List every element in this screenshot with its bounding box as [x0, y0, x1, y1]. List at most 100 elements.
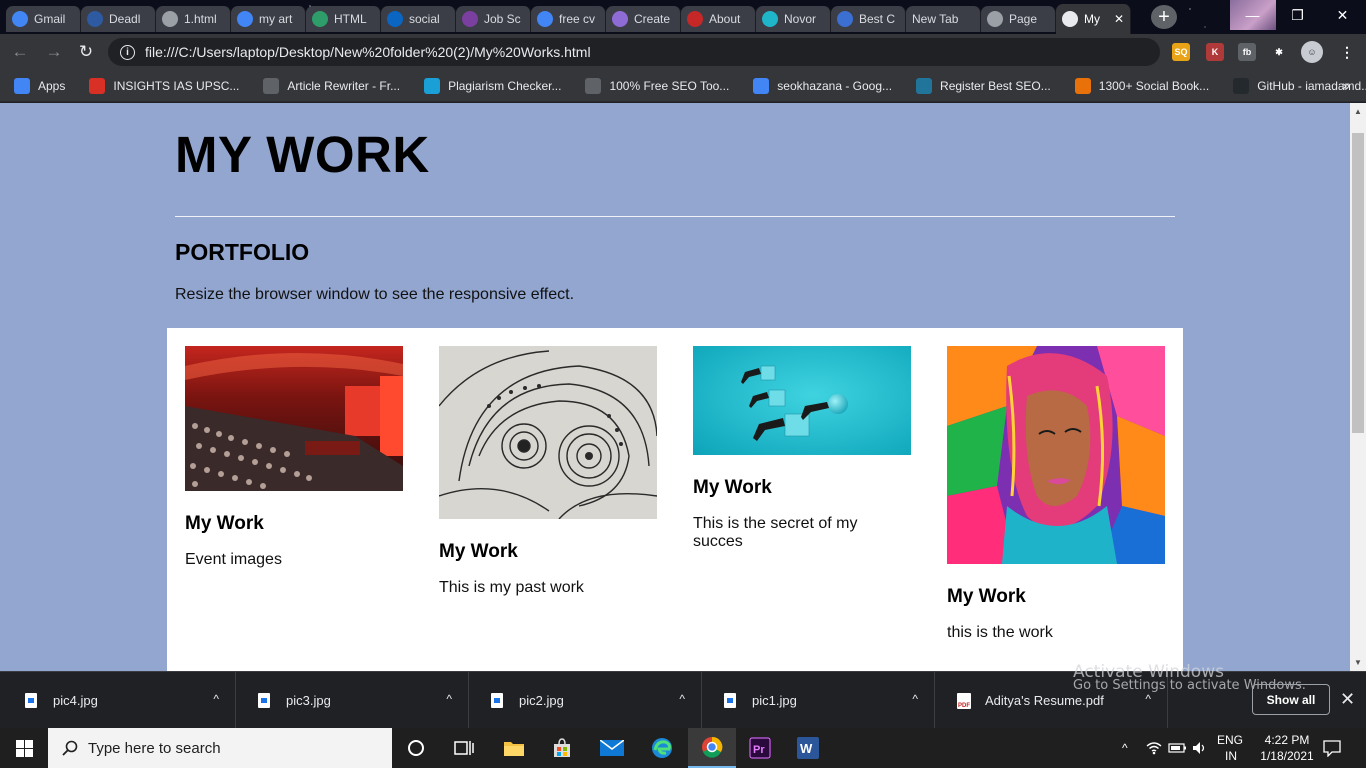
search-placeholder: Type here to search [88, 739, 221, 757]
show-all-button[interactable]: Show all [1252, 684, 1330, 715]
bookmark-label: seokhazana - Goog... [777, 78, 893, 93]
bookmark-item[interactable]: Article Rewriter - Fr... [263, 77, 401, 94]
notifications-icon[interactable] [1323, 728, 1341, 768]
scroll-down-icon[interactable]: ▼ [1354, 658, 1362, 667]
chevron-up-icon[interactable]: ^ [679, 692, 685, 706]
tab[interactable]: 1.html [156, 6, 231, 32]
bookmarks-more-button[interactable]: » [1342, 77, 1350, 93]
language-text: ENG [1217, 733, 1244, 747]
image-file-icon [25, 693, 37, 708]
extension-icon[interactable]: SQ [1172, 43, 1190, 61]
tab[interactable]: my art [231, 6, 306, 32]
wordpress-icon [916, 77, 933, 94]
tab-active[interactable]: My ✕ [1056, 4, 1131, 34]
tab[interactable]: Job Sc [456, 6, 531, 32]
wifi-icon[interactable] [1146, 741, 1162, 755]
close-shelf-icon[interactable]: ✕ [1340, 689, 1355, 710]
battery-icon[interactable] [1168, 741, 1188, 755]
chevron-up-icon[interactable]: ^ [213, 692, 219, 706]
card-description: this is the work [947, 624, 1053, 641]
maximize-button[interactable]: ❐ [1275, 0, 1320, 30]
edge-icon[interactable] [638, 728, 686, 768]
download-item[interactable]: pic2.jpg ^ [469, 672, 702, 729]
tab[interactable]: Gmail [6, 6, 81, 32]
bookmark-label: INSIGHTS IAS UPSC... [113, 78, 240, 93]
portfolio-card: My Work This is the secret of my succes [693, 346, 911, 551]
chevron-up-icon[interactable]: ^ [912, 692, 918, 706]
extension-icon[interactable]: ✱ [1270, 43, 1288, 61]
profile-avatar-icon[interactable]: ☺ [1301, 41, 1323, 63]
scroll-up-icon[interactable]: ▲ [1354, 107, 1362, 116]
chrome-icon[interactable] [688, 728, 736, 768]
tray-overflow-icon[interactable]: ^ [1122, 728, 1128, 768]
premiere-icon[interactable]: Pr [736, 728, 784, 768]
bookmark-label: 100% Free SEO Too... [609, 78, 730, 93]
volume-icon[interactable] [1192, 741, 1208, 755]
bookmark-label: Apps [38, 78, 66, 93]
tab[interactable]: social [381, 6, 456, 32]
bookmark-item[interactable]: Apps [14, 77, 66, 94]
bookmark-item[interactable]: seokhazana - Goog... [753, 77, 893, 94]
store-icon[interactable] [538, 728, 586, 768]
file-explorer-icon[interactable] [490, 728, 538, 768]
paisley-art-photo[interactable] [439, 346, 657, 519]
cortana-icon[interactable] [392, 728, 440, 768]
info-icon[interactable]: i [120, 44, 135, 60]
back-button[interactable]: ← [6, 40, 34, 64]
url-text[interactable]: file:///C:/Users/laptop/Desktop/New%20fo… [145, 44, 591, 60]
chevron-up-icon[interactable]: ^ [1145, 692, 1151, 706]
tab[interactable]: About [681, 6, 756, 32]
mail-icon[interactable] [588, 728, 636, 768]
pushing-blocks-illustration[interactable] [693, 346, 911, 455]
bookmark-label: Article Rewriter - Fr... [287, 78, 401, 93]
download-item[interactable]: pic4.jpg ^ [3, 672, 236, 729]
extension-icon[interactable]: K [1206, 43, 1224, 61]
language-indicator[interactable]: ENG IN [1217, 728, 1243, 768]
tab[interactable]: Best C [831, 6, 906, 32]
tab[interactable]: New Tab [906, 6, 981, 32]
w-icon [312, 11, 328, 27]
tab[interactable]: free cv [531, 6, 606, 32]
download-item[interactable]: pic1.jpg ^ [702, 672, 935, 729]
bookmark-item[interactable]: INSIGHTS IAS UPSC... [89, 77, 240, 94]
tab[interactable]: Page [981, 6, 1056, 32]
scrollbar-thumb[interactable] [1352, 133, 1364, 433]
download-shelf: pic4.jpg ^ pic3.jpg ^ pic2.jpg ^ pic1.jpg ^ PDF A… [0, 662, 1366, 729]
tab[interactable]: Create [606, 6, 681, 32]
card-description: Event images [185, 551, 282, 568]
reload-button[interactable]: ↻ [72, 40, 100, 64]
taskbar-search[interactable]: Type here to search [48, 728, 392, 768]
minimize-button[interactable]: — [1230, 0, 1275, 30]
start-button[interactable] [0, 728, 48, 768]
vertical-scrollbar[interactable]: ▲ ▼ [1350, 103, 1366, 671]
card-title: My Work [439, 541, 518, 562]
bookmark-item[interactable]: Plagiarism Checker... [424, 77, 562, 94]
tab-title: Page [1009, 12, 1038, 26]
close-tab-icon[interactable]: ✕ [1114, 12, 1124, 26]
new-tab-button[interactable]: + [1151, 5, 1177, 29]
bookmark-label: Register Best SEO... [940, 78, 1051, 93]
bookmark-item[interactable]: Register Best SEO... [916, 77, 1051, 94]
google-icon [237, 11, 253, 27]
word-icon[interactable]: W [784, 728, 832, 768]
tab-title: Novor [784, 12, 817, 26]
tab[interactable]: Novor [756, 6, 831, 32]
bookmark-item[interactable]: 1300+ Social Book... [1074, 77, 1209, 94]
task-view-icon[interactable] [440, 728, 488, 768]
menu-kebab-icon[interactable]: ⋮ [1338, 43, 1356, 61]
tab[interactable]: HTML [306, 6, 381, 32]
section-description: Resize the browser window to see the res… [175, 286, 575, 303]
bookmarks-bar: Apps INSIGHTS IAS UPSC... Article Rewriter… [0, 70, 1366, 102]
forward-button[interactable]: → [40, 40, 68, 64]
event-crowd-photo[interactable] [185, 346, 403, 491]
download-item[interactable]: pic3.jpg ^ [236, 672, 469, 729]
tab[interactable]: Deadl [81, 6, 156, 32]
close-window-button[interactable]: ✕ [1320, 0, 1365, 30]
chevron-up-icon[interactable]: ^ [446, 692, 452, 706]
address-bar[interactable]: i file:///C:/Users/laptop/Desktop/New%20… [108, 38, 1160, 66]
bookmark-item[interactable]: 100% Free SEO Too... [585, 77, 730, 94]
colorful-portrait-art[interactable] [947, 346, 1165, 564]
extension-icon[interactable]: fb [1238, 43, 1256, 61]
bookmark-label: Plagiarism Checker... [448, 78, 562, 93]
clock[interactable]: 4:22 PM 1/18/2021 [1256, 728, 1318, 768]
